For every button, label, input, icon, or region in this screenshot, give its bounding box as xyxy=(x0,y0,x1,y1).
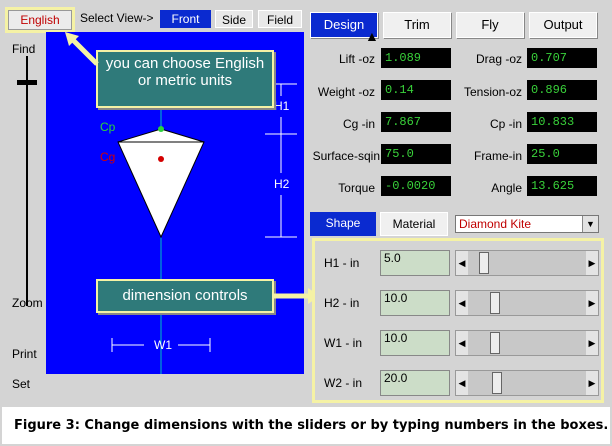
tension-value: 0.896 xyxy=(527,80,597,100)
chevron-left-icon[interactable]: ◀ xyxy=(456,331,468,355)
view-tab-field[interactable]: Field xyxy=(258,10,302,28)
kite-shape xyxy=(117,128,205,239)
cp-label: Cp xyxy=(100,120,116,134)
view-tab-front[interactable]: Front xyxy=(160,10,211,28)
angle-value: 13.625 xyxy=(527,176,597,196)
chevron-left-icon[interactable]: ◀ xyxy=(456,371,468,395)
w2-slider-thumb[interactable] xyxy=(491,372,502,394)
h1-label: H1 xyxy=(274,99,290,113)
app-frame: English Select View-> Front Side Field F… xyxy=(0,0,612,405)
cp-value: 10.833 xyxy=(527,112,597,132)
lift-label: Lift -oz xyxy=(338,52,375,66)
w1-input[interactable]: 10.0 xyxy=(380,330,450,356)
drag-label: Drag -oz xyxy=(475,52,522,66)
cursor-arrow-icon: ▲ xyxy=(365,28,379,44)
tab-trim[interactable]: Trim xyxy=(383,12,451,38)
zoom-label: Zoom xyxy=(12,296,43,310)
chevron-right-icon[interactable]: ▶ xyxy=(586,251,598,275)
h1-slider-thumb[interactable] xyxy=(478,252,489,274)
kite-type-value: Diamond Kite xyxy=(459,217,532,231)
tab-shape[interactable]: Shape xyxy=(310,212,376,236)
zoom-slider-track[interactable] xyxy=(26,56,28,306)
h2-dim-label: H2 - in xyxy=(324,296,360,310)
frame-label: Frame-in xyxy=(473,149,522,163)
angle-label: Angle xyxy=(491,181,522,195)
lift-value: 1.089 xyxy=(381,48,451,68)
cg-label: Cg xyxy=(100,150,116,164)
kite-type-select[interactable]: Diamond Kite ▼ xyxy=(455,215,599,233)
units-callout-arrow xyxy=(65,32,99,66)
tab-material[interactable]: Material xyxy=(380,212,448,236)
tab-fly[interactable]: Fly xyxy=(456,12,524,38)
surface-label: Surface-sqin xyxy=(312,149,380,163)
zoom-slider-thumb[interactable] xyxy=(17,80,37,85)
chevron-down-icon[interactable]: ▼ xyxy=(582,216,598,232)
dimension-callout-text: dimension controls xyxy=(122,287,248,304)
torque-label: Torque xyxy=(338,181,375,195)
chevron-right-icon[interactable]: ▶ xyxy=(586,371,598,395)
h1-slider[interactable]: ◀ ▶ xyxy=(455,250,599,276)
chevron-right-icon[interactable]: ▶ xyxy=(586,291,598,315)
cg-value: 7.867 xyxy=(381,112,451,132)
units-callout: you can choose English or metric units xyxy=(96,50,274,108)
weight-label: Weight -oz xyxy=(317,85,375,99)
frame-value: 25.0 xyxy=(527,144,597,164)
h2-label: H2 xyxy=(274,177,290,191)
w1-label: W1 xyxy=(154,338,172,352)
dimension-callout: dimension controls xyxy=(96,279,274,313)
w2-input[interactable]: 20.0 xyxy=(380,370,450,396)
chevron-right-icon[interactable]: ▶ xyxy=(586,331,598,355)
w1-slider[interactable]: ◀ ▶ xyxy=(455,330,599,356)
w2-slider[interactable]: ◀ ▶ xyxy=(455,370,599,396)
cg-point xyxy=(158,156,164,162)
cp-point xyxy=(158,126,164,132)
chevron-left-icon[interactable]: ◀ xyxy=(456,251,468,275)
units-callout-text: you can choose English or metric units xyxy=(105,55,265,89)
h1-input[interactable]: 5.0 xyxy=(380,250,450,276)
w1-dim-label: W1 - in xyxy=(324,336,363,350)
h2-slider[interactable]: ◀ ▶ xyxy=(455,290,599,316)
select-view-label: Select View-> xyxy=(80,11,154,25)
cg-result-label: Cg -in xyxy=(342,117,375,131)
weight-value: 0.14 xyxy=(381,80,451,100)
w2-dim-label: W2 - in xyxy=(324,376,363,390)
h2-input[interactable]: 10.0 xyxy=(380,290,450,316)
view-tab-side[interactable]: Side xyxy=(215,10,253,28)
h1-dim-label: H1 - in xyxy=(324,256,360,270)
chevron-left-icon[interactable]: ◀ xyxy=(456,291,468,315)
surface-value: 75.0 xyxy=(381,144,451,164)
tab-output[interactable]: Output xyxy=(529,12,597,38)
set-button[interactable]: Set xyxy=(12,377,30,391)
dimension-panel: H1 - in 5.0 ◀ ▶ H2 - in 10.0 ◀ ▶ W1 - in… xyxy=(312,238,604,403)
torque-value: -0.0020 xyxy=(381,176,451,196)
figure-caption: Figure 3: Change dimensions with the sli… xyxy=(2,407,610,444)
cp-result-label: Cp -in xyxy=(489,117,522,131)
tension-label: Tension-oz xyxy=(463,85,522,99)
drag-value: 0.707 xyxy=(527,48,597,68)
w1-slider-thumb[interactable] xyxy=(489,332,500,354)
h2-slider-thumb[interactable] xyxy=(489,292,500,314)
find-button[interactable]: Find xyxy=(12,42,35,56)
print-button[interactable]: Print xyxy=(12,347,37,361)
